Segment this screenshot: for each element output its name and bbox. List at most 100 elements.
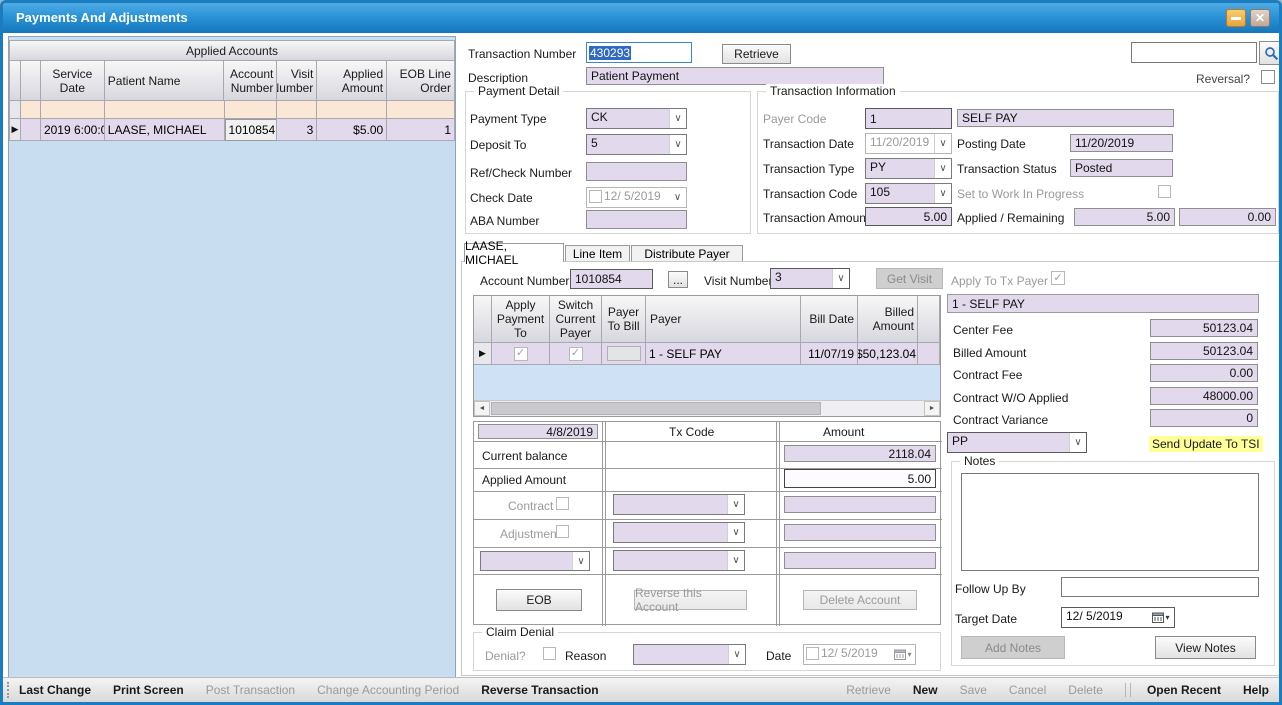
statusbar-new[interactable]: New (913, 683, 938, 697)
col-patient-name[interactable]: Patient Name (105, 61, 225, 101)
chevron-down-icon: ∨ (1069, 433, 1086, 452)
payer-grid-data-row[interactable]: ▶ ✓ ✓ 1 - SELF PAY 11/07/19 $50,123.04 (474, 343, 940, 365)
aba-number-field[interactable] (586, 210, 687, 229)
chevron-down-icon: ∨ (572, 552, 589, 570)
filter-cell[interactable] (317, 101, 387, 119)
statusbar-reverse-transaction[interactable]: Reverse Transaction (481, 683, 598, 697)
statusbar-last-change[interactable]: Last Change (19, 683, 91, 697)
col-payer[interactable]: Payer (646, 296, 801, 343)
adjustment-code-combo[interactable]: ∨ (613, 522, 745, 543)
delete-account-button[interactable]: Delete Account (803, 590, 917, 610)
payment-type-combo[interactable]: CK ∨ (586, 108, 687, 129)
visit-number-combo[interactable]: 3 ∨ (770, 268, 850, 289)
tab-distribute-payer[interactable]: Distribute Payer (631, 245, 743, 262)
filter-cell[interactable] (21, 101, 41, 119)
search-button[interactable] (1259, 41, 1282, 65)
filter-cell[interactable] (225, 101, 278, 119)
filter-cell[interactable] (105, 101, 225, 119)
switch-payer-cell[interactable]: ✓ (550, 343, 602, 365)
row-blank-cell (21, 119, 41, 141)
scroll-right-button[interactable]: ► (924, 401, 940, 416)
view-notes-button[interactable]: View Notes (1155, 636, 1256, 659)
extra-amount-field[interactable] (784, 552, 936, 569)
statusbar-help[interactable]: Help (1243, 683, 1269, 697)
payer-code-combo[interactable]: PP ∨ (947, 432, 1087, 453)
applied-accounts-data-row[interactable]: ▶ 2019 6:00:00 LAASE, MICHAEL 1010854 3 … (9, 119, 455, 141)
col-payer-to-bill[interactable]: Payer To Bill (602, 296, 646, 343)
contract-code-combo[interactable]: ∨ (613, 494, 745, 515)
tab-line-item[interactable]: Line Item (565, 245, 630, 262)
divider (474, 547, 942, 548)
statusbar-cancel[interactable]: Cancel (1009, 683, 1046, 697)
tab-patient[interactable]: LAASE, MICHAEL (464, 243, 564, 262)
target-date-picker[interactable]: 12/ 5/2019 ▾ (1061, 607, 1175, 628)
col-service-date[interactable]: Service Date (41, 61, 105, 101)
applied-accounts-filter-row (9, 101, 455, 119)
reverse-account-button[interactable]: Reverse this Account (634, 590, 747, 610)
contract-checkbox[interactable] (556, 497, 569, 510)
search-input[interactable] (1131, 42, 1257, 63)
account-number-field[interactable]: 1010854 (570, 269, 653, 289)
apply-payment-cell[interactable]: ✓ (492, 343, 550, 365)
contract-amount-field[interactable] (784, 496, 936, 513)
col-eob-line-order[interactable]: EOB Line Order (387, 61, 455, 101)
transaction-code-combo[interactable]: 105 ∨ (865, 183, 952, 204)
filter-cell[interactable] (277, 101, 317, 119)
bill-date-cell: 11/07/19 (801, 343, 858, 365)
check-icon: ✓ (516, 348, 525, 359)
transaction-type-combo[interactable]: PY ∨ (865, 158, 952, 179)
payer-to-bill-cell[interactable] (602, 343, 646, 365)
transaction-number-input[interactable]: 430293 (586, 42, 692, 63)
extra-code-combo[interactable]: ∨ (613, 550, 745, 571)
horizontal-scrollbar[interactable]: ◄ ► (474, 400, 940, 416)
denial-date-checkbox[interactable] (806, 647, 819, 660)
close-button[interactable]: ✕ (1250, 9, 1270, 27)
notes-textarea[interactable] (961, 473, 1259, 571)
statusbar-delete[interactable]: Delete (1068, 683, 1103, 697)
scroll-left-button[interactable]: ◄ (474, 401, 490, 416)
col-applied-amount[interactable]: Applied Amount (317, 61, 387, 101)
apply-date-header: 4/8/2019 (478, 424, 598, 439)
apply-to-tx-payer-checkbox[interactable]: ✓ (1051, 271, 1065, 285)
statusbar-save[interactable]: Save (960, 683, 987, 697)
statusbar-retrieve[interactable]: Retrieve (846, 683, 891, 697)
col-switch-current-payer[interactable]: Switch Current Payer (550, 296, 602, 343)
adjustment-checkbox[interactable] (556, 525, 569, 538)
ref-check-field[interactable] (586, 162, 687, 181)
partial-cell (918, 343, 940, 365)
get-visit-button[interactable]: Get Visit (876, 268, 943, 289)
statusbar-change-accounting-period[interactable]: Change Accounting Period (317, 683, 459, 697)
filter-cell[interactable] (387, 101, 455, 119)
minimize-button[interactable] (1226, 9, 1246, 27)
eob-button[interactable]: EOB (496, 589, 582, 611)
col-bill-date[interactable]: Bill Date (801, 296, 858, 343)
statusbar-separator (1130, 683, 1131, 697)
check-date-picker[interactable]: 12/ 5/2019 ∨ (586, 187, 687, 208)
reversal-checkbox[interactable] (1261, 70, 1275, 84)
follow-up-input[interactable] (1061, 577, 1259, 597)
check-date-checkbox[interactable] (589, 190, 602, 203)
payment-detail-title: Payment Detail (474, 84, 563, 98)
statusbar-open-recent[interactable]: Open Recent (1147, 683, 1221, 697)
statusbar-post-transaction[interactable]: Post Transaction (206, 683, 295, 697)
scroll-thumb[interactable] (491, 402, 821, 415)
cell-service-date: 2019 6:00:00 (41, 119, 105, 141)
wip-checkbox[interactable] (1158, 185, 1171, 198)
applied-amount-field[interactable]: 5.00 (784, 469, 936, 488)
deposit-to-label: Deposit To (470, 138, 526, 152)
denial-date-picker[interactable]: 12/ 5/2019 ▾ (803, 644, 916, 665)
extra-type-combo[interactable]: ∨ (480, 551, 590, 571)
col-apply-payment-to[interactable]: Apply Payment To (492, 296, 550, 343)
statusbar-print-screen[interactable]: Print Screen (113, 683, 184, 697)
denial-checkbox[interactable] (543, 647, 556, 660)
col-visit-number[interactable]: Visit Number (277, 61, 317, 101)
retrieve-button[interactable]: Retrieve (722, 44, 791, 64)
account-browse-button[interactable]: ... (668, 271, 688, 288)
denial-reason-combo[interactable]: ∨ (633, 644, 746, 665)
filter-cell[interactable] (41, 101, 105, 119)
deposit-to-combo[interactable]: 5 ∨ (586, 134, 687, 155)
add-notes-button[interactable]: Add Notes (961, 636, 1065, 659)
adjustment-amount-field[interactable] (784, 524, 936, 541)
col-billed-amount[interactable]: Billed Amount (858, 296, 918, 343)
col-account-number[interactable]: Account Number (224, 61, 277, 101)
